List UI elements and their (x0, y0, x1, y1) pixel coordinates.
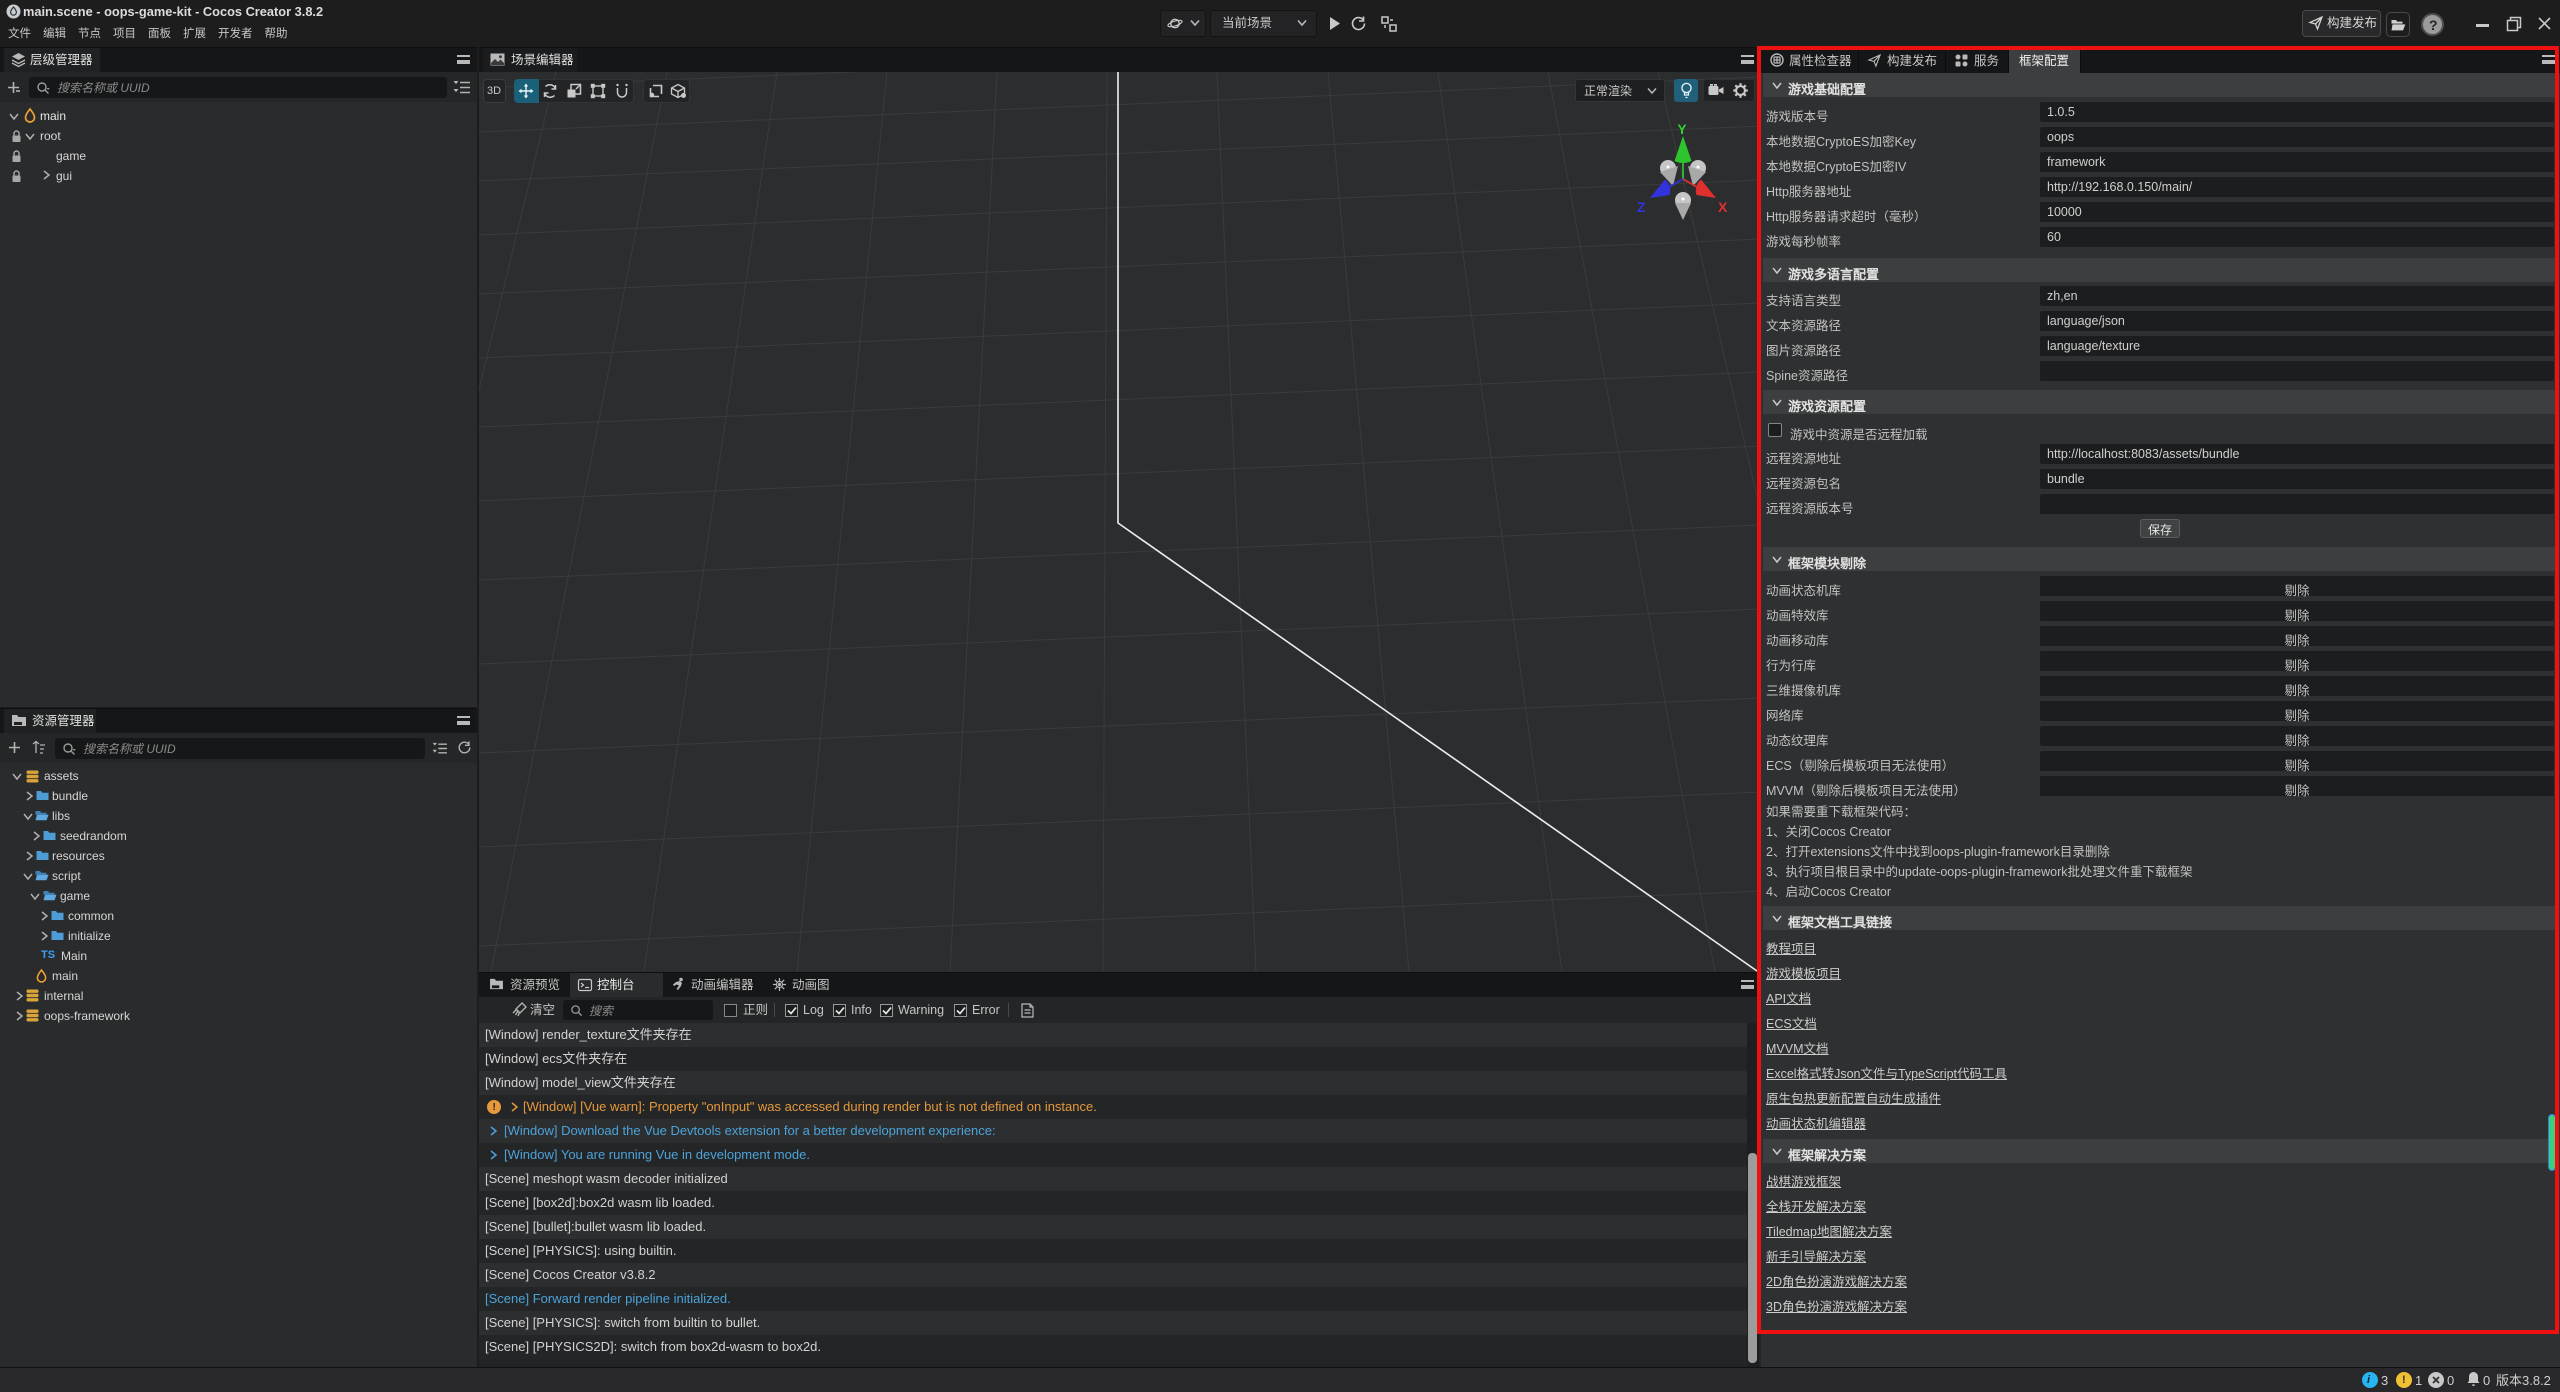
svg-text:Y: Y (1678, 122, 1687, 137)
svg-text:Z: Z (1637, 199, 1646, 215)
svg-text:X: X (1718, 199, 1728, 215)
